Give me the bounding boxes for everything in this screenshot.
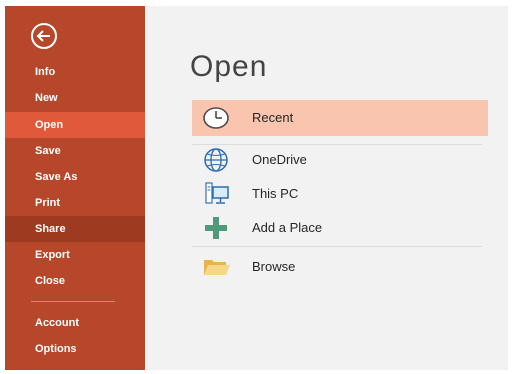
location-label: This PC: [252, 186, 299, 201]
location-recent[interactable]: Recent: [192, 100, 488, 136]
nav-item-info[interactable]: Info: [5, 59, 145, 85]
nav-item-save-as[interactable]: Save As: [5, 164, 145, 190]
location-label: Add a Place: [252, 220, 323, 235]
location-this-pc[interactable]: This PC: [192, 176, 488, 212]
nav-item-options[interactable]: Options: [5, 336, 145, 362]
location-label: OneDrive: [252, 152, 307, 167]
location-browse[interactable]: Browse: [192, 249, 488, 285]
nav-item-close[interactable]: Close: [5, 268, 145, 294]
location-divider: [192, 246, 482, 247]
location-onedrive[interactable]: OneDrive: [192, 142, 488, 178]
clock-icon: [203, 107, 229, 129]
nav-item-new[interactable]: New: [5, 85, 145, 111]
location-add-a-place[interactable]: Add a Place: [192, 210, 488, 246]
nav-item-account[interactable]: Account: [5, 310, 145, 336]
nav-item-export[interactable]: Export: [5, 242, 145, 268]
backstage-window: Info New Open Save Save As Print Share E…: [5, 6, 508, 370]
sidebar: Info New Open Save Save As Print Share E…: [5, 6, 145, 370]
main-panel: Open Recent OneDrive This PC Add a Place…: [145, 6, 508, 370]
nav-item-save[interactable]: Save: [5, 138, 145, 164]
nav-item-print[interactable]: Print: [5, 190, 145, 216]
page-title: Open: [190, 50, 268, 83]
location-label: Recent: [252, 110, 294, 125]
plus-icon: [205, 217, 227, 239]
back-button[interactable]: [30, 22, 58, 50]
computer-icon: [205, 182, 229, 204]
folder-icon: [204, 260, 230, 275]
back-arrow-icon: [31, 23, 57, 49]
nav-item-open[interactable]: Open: [5, 112, 145, 138]
sidebar-divider: [31, 301, 115, 302]
globe-icon: [204, 148, 228, 172]
location-label: Browse: [252, 259, 296, 274]
nav-item-share[interactable]: Share: [5, 216, 145, 242]
